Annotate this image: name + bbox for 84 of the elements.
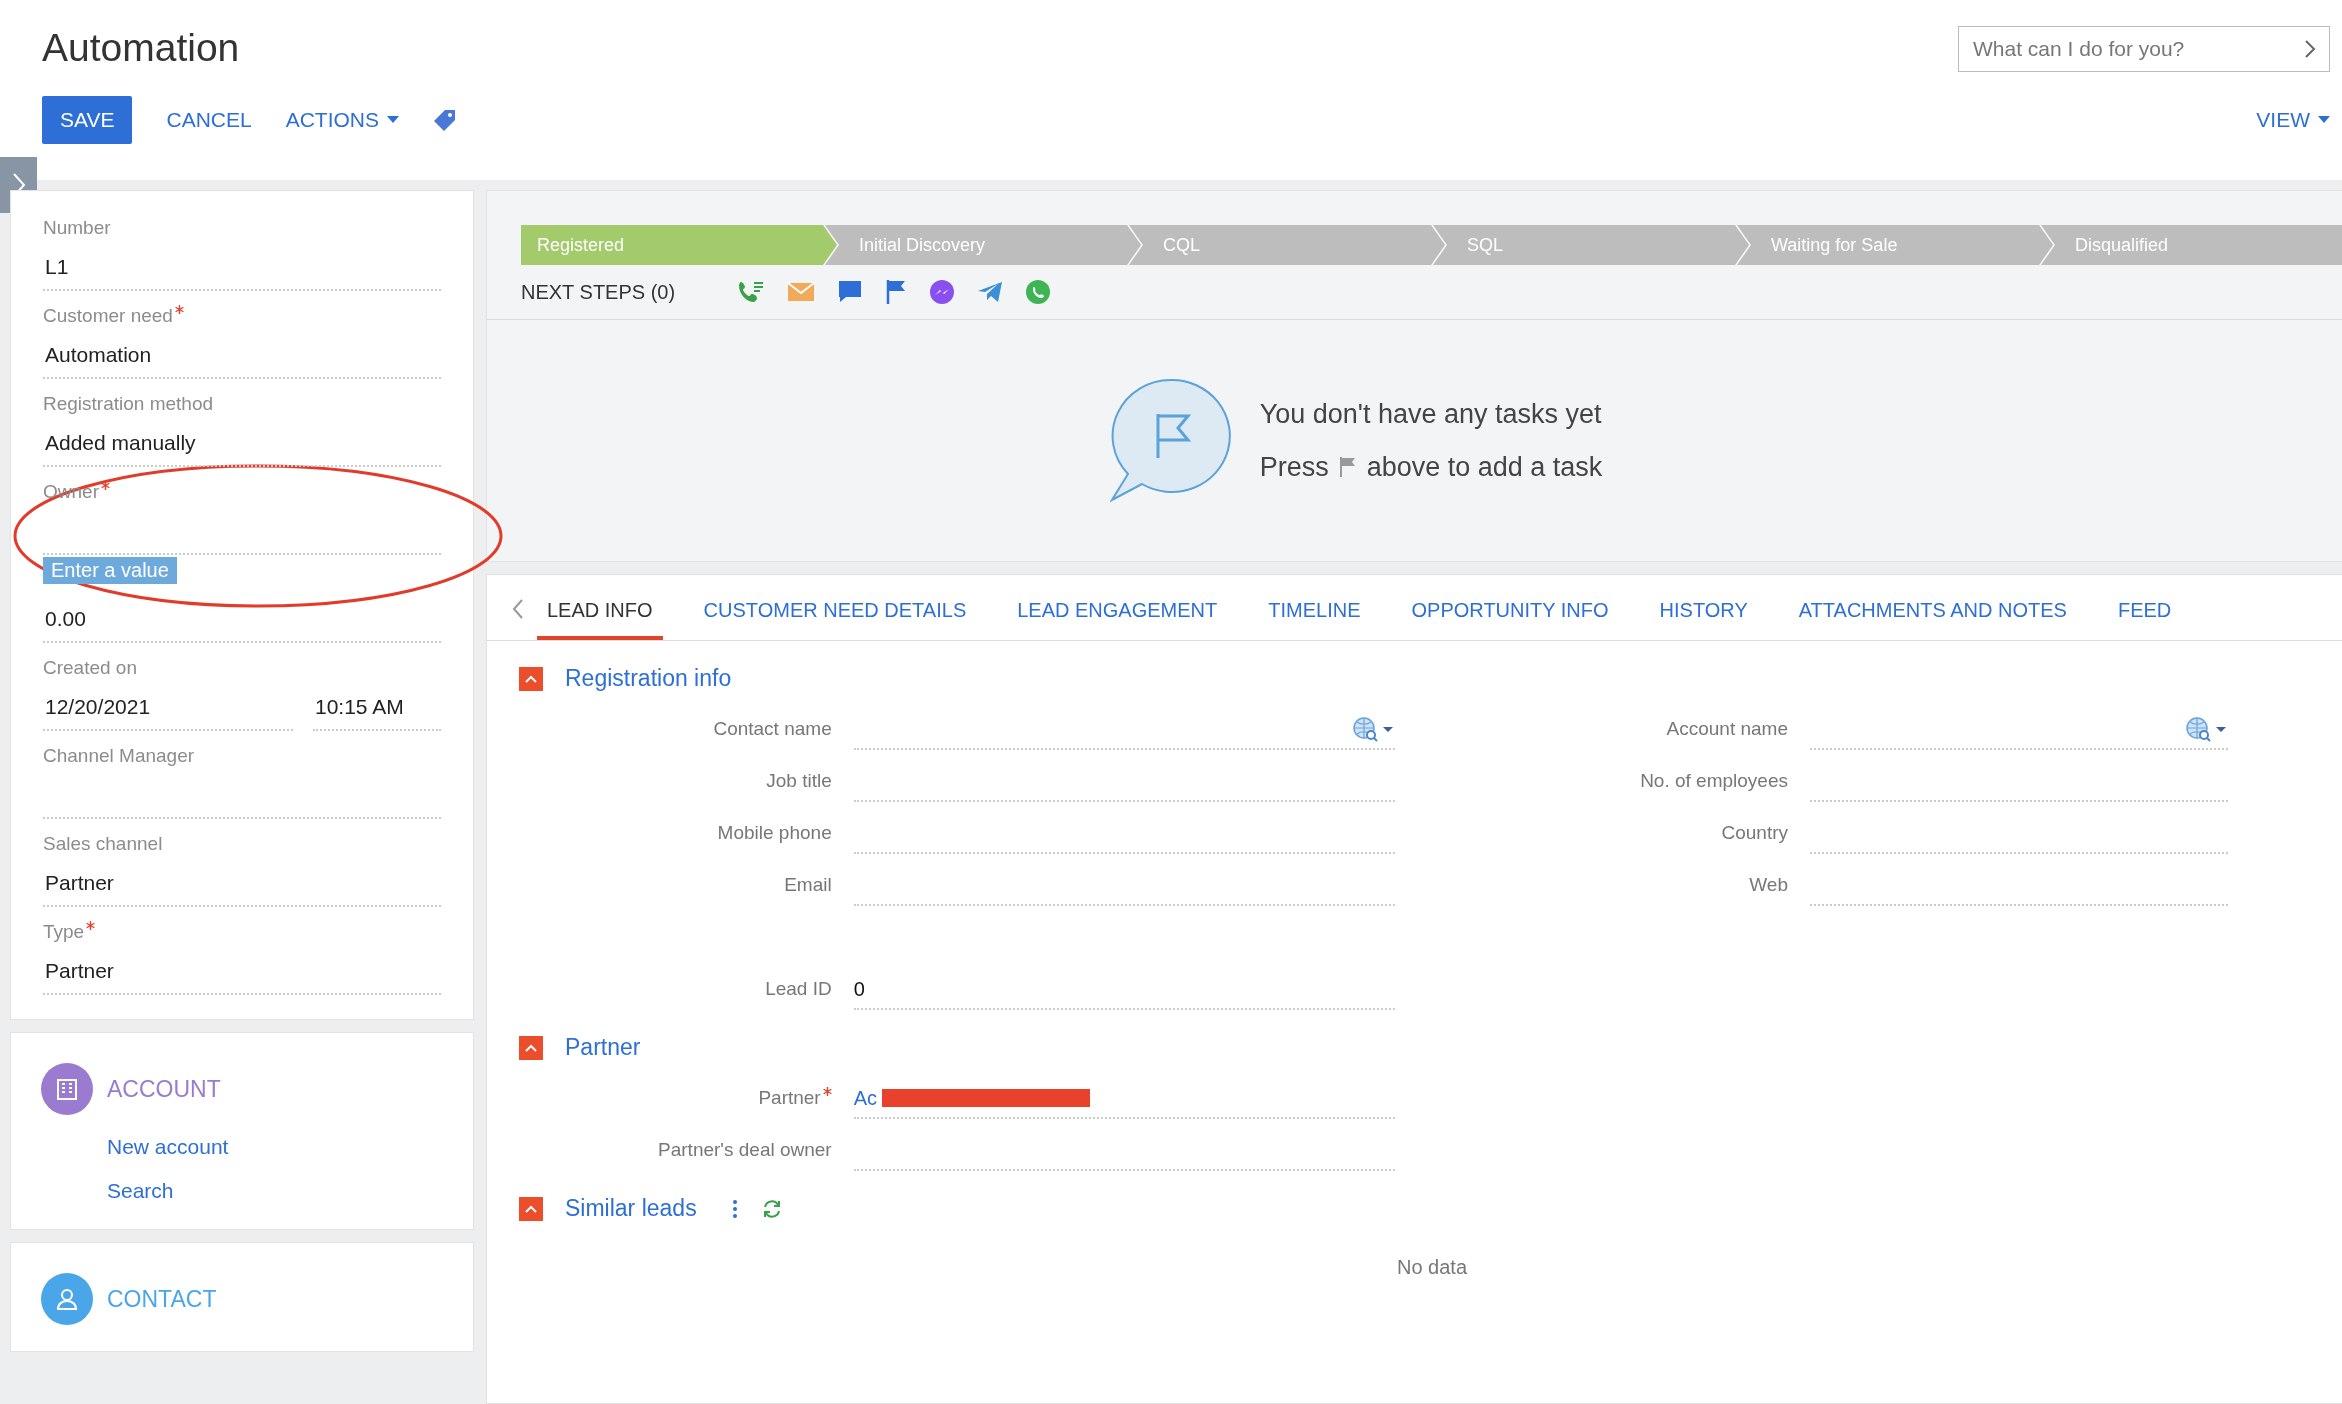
field-label: Partner (758, 1087, 832, 1108)
collapse-toggle[interactable] (519, 666, 543, 691)
more-icon[interactable] (730, 1197, 739, 1220)
building-icon (54, 1076, 80, 1102)
empty-hint: above to add a task (1366, 451, 1603, 483)
globe-search-icon[interactable] (1351, 715, 1395, 743)
field-label: Number (43, 217, 111, 238)
input-field[interactable]: 0 (853, 970, 1395, 1010)
module-title: CONTACT (107, 1285, 217, 1313)
next-steps-label: NEXT STEPS (0) (521, 280, 676, 304)
field-label: Contact name (713, 718, 832, 739)
field-label: Job title (766, 770, 832, 791)
chat-bubble-icon[interactable] (837, 279, 864, 305)
empty-message: No data (1395, 1255, 1469, 1280)
paper-plane-icon[interactable] (977, 280, 1004, 304)
messenger-icon[interactable] (929, 279, 956, 305)
input-field[interactable]: Automation (43, 333, 441, 379)
required-asterisk-icon (100, 481, 110, 490)
required-asterisk-icon (86, 921, 96, 930)
field-label: Lead ID (765, 978, 832, 999)
required-asterisk-icon (822, 1087, 832, 1096)
field-label: Mobile phone (717, 822, 832, 843)
tab[interactable]: TIMELINE (1258, 593, 1371, 640)
tab[interactable]: OPPORTUNITY INFO (1401, 593, 1619, 640)
collapse-toggle[interactable] (519, 1035, 543, 1060)
whatsapp-icon[interactable] (1025, 279, 1052, 305)
empty-title: You don't have any tasks yet (1259, 398, 1603, 430)
input-field[interactable]: Added manually (43, 421, 441, 467)
input-field[interactable]: Partner (43, 949, 441, 995)
section-title[interactable]: Partner (565, 1034, 641, 1061)
person-icon (54, 1286, 80, 1312)
tab[interactable]: LEAD ENGAGEMENT (1007, 593, 1228, 640)
date-field[interactable]: 12/20/2021 (43, 685, 293, 731)
chevron-up-icon (524, 673, 538, 684)
chevron-right-icon[interactable] (2304, 39, 2316, 59)
input-field[interactable]: Ac (853, 1079, 1395, 1119)
chevron-up-icon (524, 1042, 538, 1053)
tab[interactable]: HISTORY (1649, 593, 1758, 640)
actions-menu-button[interactable]: ACTIONS (285, 96, 399, 144)
field-label: Created on (43, 657, 137, 678)
field-label: Sales channel (43, 833, 163, 854)
tab[interactable]: LEAD INFO (537, 593, 663, 640)
page-title: Automation (42, 26, 240, 70)
input-field[interactable]: 0.00 (43, 597, 441, 643)
time-field[interactable]: 10:15 AM (313, 685, 441, 731)
tab[interactable]: ATTACHMENTS AND NOTES (1788, 593, 2077, 640)
field-label: Type (43, 921, 96, 942)
globe-search-icon[interactable] (2184, 715, 2228, 743)
field-label: Partner's deal owner (658, 1139, 832, 1160)
module-link[interactable]: Search (107, 1179, 443, 1203)
phone-icon[interactable] (737, 279, 766, 305)
flag-icon (1338, 456, 1357, 478)
tab[interactable]: FEED (2107, 593, 2182, 640)
field-label: No. of employees (1640, 770, 1788, 791)
section-title[interactable]: Similar leads (565, 1195, 697, 1222)
validation-tooltip: Enter a value (43, 557, 177, 584)
section-title[interactable]: Registration info (565, 665, 732, 692)
field-label: Registration method (43, 393, 214, 414)
caret-icon (2318, 116, 2330, 124)
partner-link[interactable]: Ac (853, 1086, 878, 1110)
required-asterisk-icon (174, 305, 184, 314)
flag-icon[interactable] (885, 279, 908, 305)
field-label: Channel Manager (43, 745, 195, 766)
input-field[interactable]: Partner (43, 861, 441, 907)
chevron-left-icon[interactable] (511, 598, 525, 620)
cancel-link[interactable]: CANCEL (166, 96, 252, 144)
field-label: Country (1721, 822, 1788, 843)
empty-hint: Press (1259, 451, 1329, 483)
caret-icon (387, 116, 399, 124)
search-field[interactable]: What can I do for you? (1958, 26, 2330, 72)
input-field[interactable]: L1 (43, 245, 441, 291)
view-menu-button[interactable]: VIEW (2256, 96, 2330, 144)
field-label: Customer need (43, 305, 184, 326)
tab[interactable]: CUSTOMER NEED DETAILS (693, 593, 977, 640)
field-label: Email (784, 874, 832, 895)
field-label: Web (1749, 874, 1788, 895)
module-link[interactable]: New account (107, 1135, 443, 1159)
field-label: Account name (1666, 718, 1788, 739)
tag-icon[interactable] (433, 108, 457, 132)
envelope-icon[interactable] (787, 281, 816, 303)
save-button[interactable]: SAVE (42, 96, 133, 144)
chevron-up-icon (524, 1203, 538, 1214)
collapse-toggle[interactable] (519, 1196, 543, 1221)
module-title: ACCOUNT (107, 1075, 221, 1103)
